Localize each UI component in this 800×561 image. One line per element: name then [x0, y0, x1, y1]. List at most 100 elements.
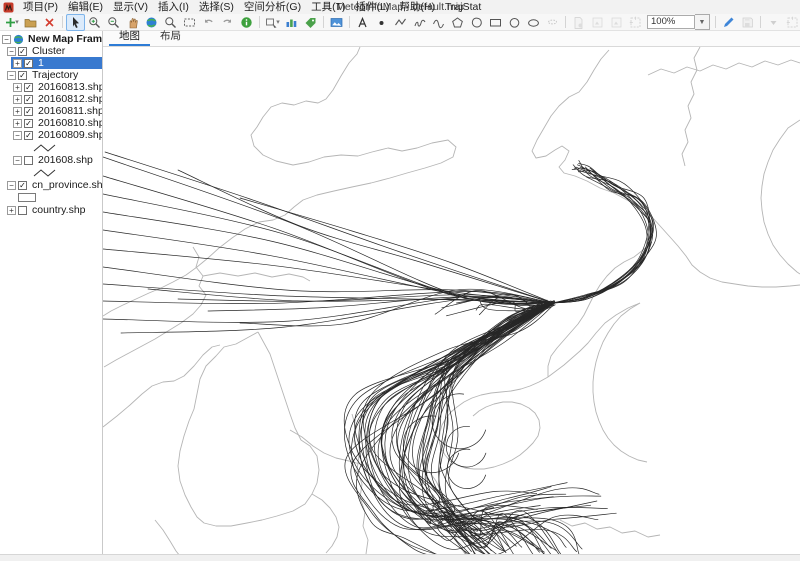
layer-symbol-row[interactable]: [0, 141, 102, 154]
layer-tree-row[interactable]: +✓20160810.shp: [0, 117, 102, 129]
zoom-level-combo[interactable]: 100%▼: [647, 14, 710, 30]
draw-circle-button[interactable]: [505, 14, 524, 31]
menu-item-plugins[interactable]: 插件(L): [351, 0, 395, 14]
layer-tree-row[interactable]: −✓cn_province.shp: [0, 179, 102, 191]
menu-item-insert[interactable]: 插入(I): [153, 0, 194, 14]
layer-symbol-row[interactable]: [0, 191, 102, 204]
collapse-icon[interactable]: −: [2, 35, 11, 44]
polyline-symbol: [32, 167, 58, 178]
expand-icon[interactable]: +: [7, 206, 16, 215]
draw-text-button[interactable]: [353, 14, 372, 31]
zoom-in-tool-button[interactable]: [85, 14, 104, 31]
layers-tree: −New Map Frame−✓Cluster+✓1−✓Trajectory+✓…: [0, 31, 102, 216]
draw-point-button[interactable]: [372, 14, 391, 31]
zoom-level-value[interactable]: 100%: [647, 15, 695, 29]
layer-tree-row[interactable]: −✓Trajectory: [0, 69, 102, 81]
layer-visibility-checkbox[interactable]: [24, 156, 33, 165]
layer-visibility-checkbox[interactable]: ✓: [24, 95, 33, 104]
tab-layout[interactable]: 布局: [150, 27, 191, 46]
open-project-button[interactable]: [21, 14, 40, 31]
expand-icon[interactable]: +: [13, 83, 22, 92]
toolbar-separator: [62, 16, 63, 28]
layer-label[interactable]: 20160813.shp: [36, 81, 103, 93]
collapse-icon[interactable]: −: [13, 131, 22, 140]
layer-label[interactable]: 20160811.shp: [36, 105, 103, 117]
measurement-button[interactable]: [282, 14, 301, 31]
collapse-icon[interactable]: −: [7, 47, 16, 56]
layer-tree-row[interactable]: +✓20160811.shp: [0, 105, 102, 117]
expand-icon[interactable]: +: [13, 59, 22, 68]
collapse-icon[interactable]: −: [7, 71, 16, 80]
menu-item-help[interactable]: 帮助(H): [394, 0, 440, 14]
layer-tree-row[interactable]: −✓Cluster: [0, 45, 102, 57]
layer-label[interactable]: Cluster: [30, 45, 67, 57]
redo-icon: [221, 16, 234, 29]
layer-visibility-checkbox[interactable]: ✓: [24, 59, 33, 68]
layer-tree-row[interactable]: +✓20160812.shp: [0, 93, 102, 105]
insert-image-button[interactable]: [327, 14, 346, 31]
edit-dropdown-button: [764, 14, 783, 31]
identify-button[interactable]: [237, 14, 256, 31]
layer-tree-row[interactable]: − 201608.shp: [0, 154, 102, 166]
draw-curve-button[interactable]: [429, 14, 448, 31]
layer-label[interactable]: 20160810.shp: [36, 117, 103, 129]
collapse-icon[interactable]: −: [7, 181, 16, 190]
layer-label[interactable]: 201608.shp: [36, 154, 95, 166]
expand-icon[interactable]: +: [13, 107, 22, 116]
select-tool-button[interactable]: [66, 14, 85, 31]
layer-tree-row[interactable]: +✓1: [0, 57, 102, 69]
collapse-icon[interactable]: −: [13, 156, 22, 165]
menu-item-trajstat[interactable]: TrajStat: [440, 0, 486, 14]
layer-visibility-checkbox[interactable]: ✓: [18, 181, 27, 190]
remove-layer-button[interactable]: [40, 14, 59, 31]
add-layer-button[interactable]: ▾: [2, 14, 21, 31]
draw-polygon-button[interactable]: [448, 14, 467, 31]
edit-tool-button[interactable]: [719, 14, 738, 31]
select-by-rect-button[interactable]: ▾: [263, 14, 282, 31]
layer-label[interactable]: 20160809.shp: [36, 129, 103, 141]
layer-tree-row[interactable]: +✓20160813.shp: [0, 81, 102, 93]
draw-rectangle-button[interactable]: [486, 14, 505, 31]
menu-item-selection[interactable]: 选择(S): [194, 0, 239, 14]
expand-icon[interactable]: +: [13, 119, 22, 128]
layer-visibility-checkbox[interactable]: ✓: [24, 83, 33, 92]
toolbar-separator: [565, 16, 566, 28]
layer-symbol-row[interactable]: [0, 166, 102, 179]
zoom-previous-button[interactable]: [199, 14, 218, 31]
layer-visibility-checkbox[interactable]: ✓: [24, 119, 33, 128]
draw-freehand-button[interactable]: [410, 14, 429, 31]
map-canvas[interactable]: [103, 47, 800, 554]
draw-ellipse-button[interactable]: [524, 14, 543, 31]
polyline-icon: [394, 16, 407, 29]
export-graphic-button: [569, 14, 588, 31]
menu-item-view[interactable]: 显示(V): [108, 0, 153, 14]
layer-label[interactable]: cn_province.shp: [30, 179, 103, 191]
layer-visibility-checkbox[interactable]: ✓: [24, 107, 33, 116]
layer-visibility-checkbox[interactable]: [18, 206, 27, 215]
layer-visibility-checkbox[interactable]: ✓: [24, 131, 33, 140]
draw-polyline-button[interactable]: [391, 14, 410, 31]
layer-label[interactable]: 1: [36, 57, 46, 69]
layer-tree-row[interactable]: − New Map Frame: [0, 33, 102, 45]
zoom-next-button[interactable]: [218, 14, 237, 31]
point-icon: [375, 16, 388, 29]
layer-tree-row[interactable]: + country.shp: [0, 204, 102, 216]
menu-item-spatial-analysis[interactable]: 空间分析(G): [239, 0, 306, 14]
folder-icon: [24, 16, 37, 29]
menu-item-tools[interactable]: 工具(T): [306, 0, 350, 14]
layer-visibility-checkbox[interactable]: ✓: [18, 47, 27, 56]
layer-label[interactable]: country.shp: [30, 204, 88, 216]
layer-label[interactable]: Trajectory: [30, 69, 80, 81]
layer-label[interactable]: New Map Frame: [26, 33, 103, 45]
layer-tree-row[interactable]: −✓20160809.shp: [0, 129, 102, 141]
menu-item-project[interactable]: 项目(P): [18, 0, 63, 14]
label-button[interactable]: [301, 14, 320, 31]
layer-visibility-checkbox[interactable]: ✓: [18, 71, 27, 80]
menu-item-edit[interactable]: 编辑(E): [63, 0, 108, 14]
tab-map[interactable]: 地图: [109, 27, 150, 46]
zoom-level-caret[interactable]: ▼: [695, 14, 710, 30]
layer-label[interactable]: 20160812.shp: [36, 93, 103, 105]
measure-icon: [285, 16, 298, 29]
draw-curve-polygon-button[interactable]: [467, 14, 486, 31]
expand-icon[interactable]: +: [13, 95, 22, 104]
